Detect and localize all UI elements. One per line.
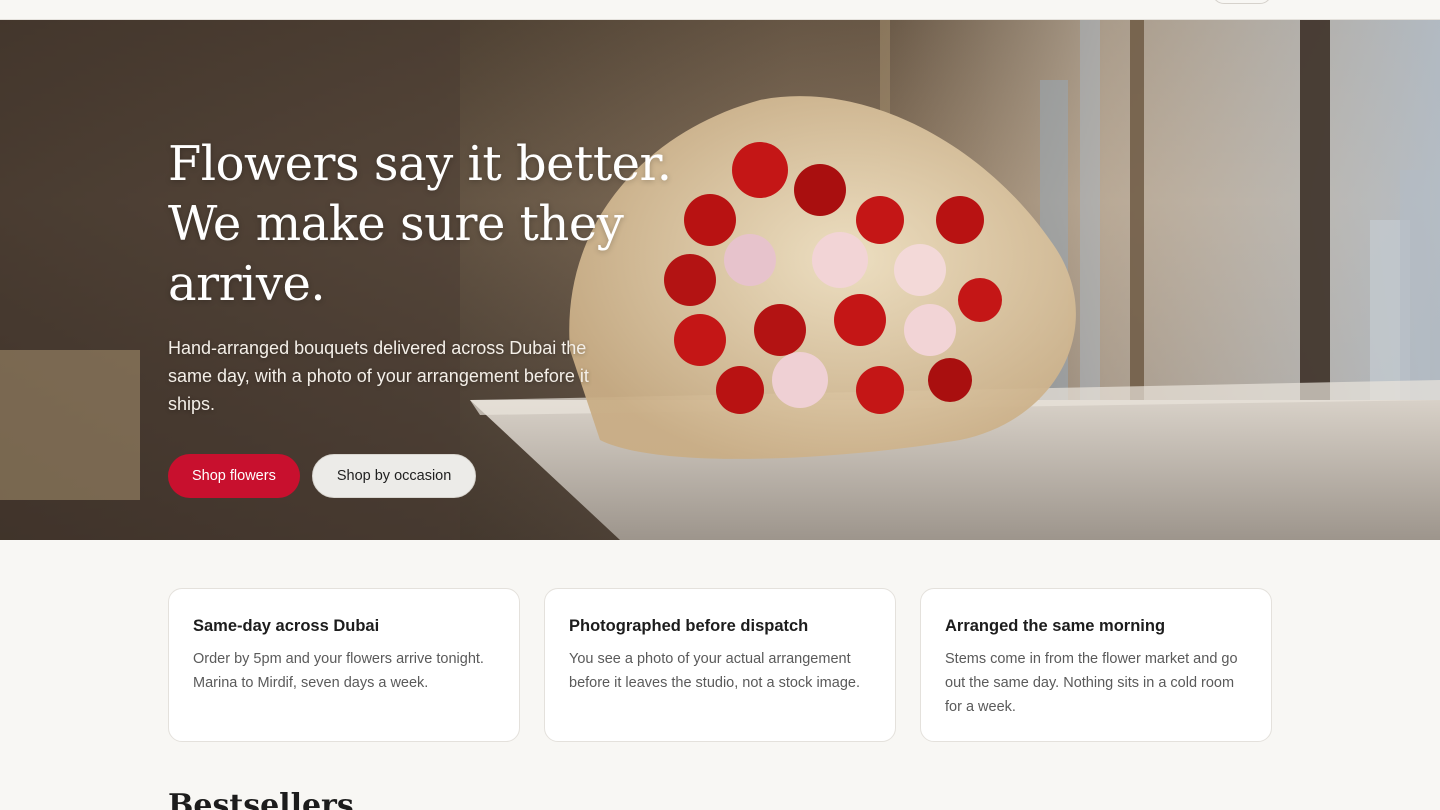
features-section: Same-day across Dubai Order by 5pm and y…: [168, 588, 1272, 742]
feature-text: Stems come in from the flower market and…: [945, 651, 1238, 715]
feature-card-photographed: Photographed before dispatch You see a p…: [544, 588, 896, 742]
feature-card-arranged: Arranged the same morning Stems come in …: [920, 588, 1272, 742]
feature-text: Order by 5pm and your flowers arrive ton…: [193, 651, 484, 691]
shop-flowers-button[interactable]: Shop flowers: [168, 454, 300, 498]
hero-subtitle: Hand-arranged bouquets delivered across …: [168, 338, 589, 414]
hero-actions: Shop flowers Shop by occasion: [168, 454, 728, 498]
hero-section: Flowers say it better. We make sure they…: [0, 20, 1440, 540]
feature-title: Arranged the same morning: [945, 617, 1166, 635]
feature-text: You see a photo of your actual arrangeme…: [569, 651, 860, 691]
feature-card-same-day: Same-day across Dubai Order by 5pm and y…: [168, 588, 520, 742]
header-pill-button[interactable]: [1212, 0, 1272, 4]
shop-by-occasion-button[interactable]: Shop by occasion: [311, 454, 477, 498]
hero-title: Flowers say it better. We make sure they…: [168, 136, 672, 312]
feature-title: Same-day across Dubai: [193, 617, 380, 635]
bestsellers-heading: Bestsellers: [168, 788, 354, 810]
hero-content: Flowers say it better. We make sure they…: [168, 134, 728, 498]
site-header: [0, 0, 1440, 20]
feature-title: Photographed before dispatch: [569, 617, 809, 635]
